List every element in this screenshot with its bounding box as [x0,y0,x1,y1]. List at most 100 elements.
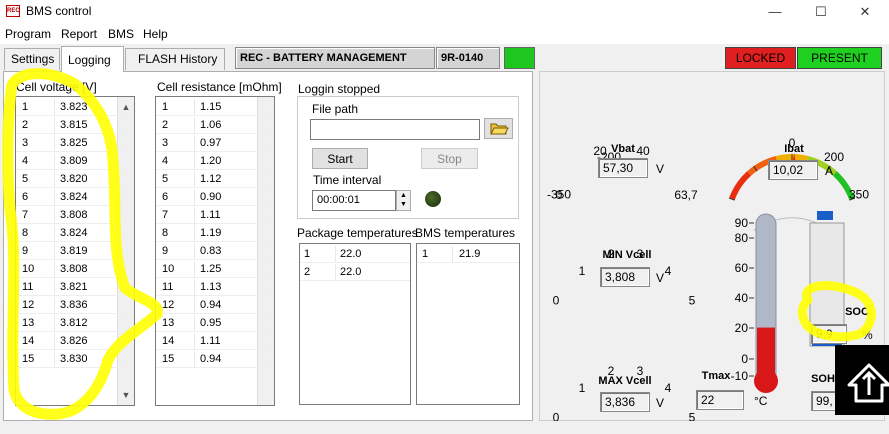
grid-line [194,333,195,349]
menu-help[interactable]: Help [143,27,168,41]
row-index: 8 [162,227,169,239]
list-row[interactable]: 2 1.06 [156,117,274,134]
list-row[interactable]: 7 3.808 [16,207,134,224]
thermometer-tick-label: 80 [735,231,749,245]
serial-box: 9R-0140 [436,47,500,69]
home-arrow-icon [847,363,889,403]
grid-line [54,315,55,331]
row-value: 21.9 [459,248,481,260]
list-row[interactable]: 5 1.12 [156,171,274,188]
thermometer-tick-label: 20 [735,321,749,335]
row-value: 1.11 [200,335,221,347]
spin-down-icon[interactable]: ▼ [397,200,410,209]
list-row[interactable]: 1 1.15 [156,99,274,116]
list-row[interactable]: 2 3.815 [16,117,134,134]
tab-flash-history[interactable]: FLASH History [125,48,225,70]
connection-indicator [504,47,535,69]
cell-resistance-list[interactable]: 1 1.15 2 1.06 3 0.97 4 1.20 5 1.12 6 0.90 7 1.11 8 1.19… [155,96,275,406]
cell-voltage-list[interactable]: ▲ ▼ 1 3.823 2 3.815 3 3.825 4 3.809 5 3.820 6 3.824 7… [15,96,135,406]
row-index: 6 [22,191,29,203]
list-row[interactable]: 4 1.20 [156,153,274,170]
grid-line [194,315,195,331]
time-interval-input[interactable]: 00:00:01 [312,190,396,211]
minimize-button[interactable]: — [760,2,790,22]
list-row[interactable]: 5 3.820 [16,171,134,188]
row-index: 5 [22,173,29,185]
start-button[interactable]: Start [312,148,368,169]
list-row[interactable]: 3 3.825 [16,135,134,152]
list-row[interactable]: 6 0.90 [156,189,274,206]
list-row[interactable]: 15 3.830 [16,351,134,368]
list-row[interactable]: 3 0.97 [156,135,274,152]
row-index: 13 [162,317,175,329]
row-value: 3.836 [60,299,88,311]
menu-report[interactable]: Report [61,27,97,41]
gauge-tick-label: 0 [553,411,560,421]
row-index: 2 [22,119,29,131]
list-row[interactable]: 9 0.83 [156,243,274,260]
grid-line [54,135,55,151]
bms-temps-list[interactable]: 1 21.9 [416,243,520,405]
list-row[interactable]: 13 3.812 [16,315,134,332]
open-folder-button[interactable] [484,118,513,139]
list-row[interactable]: 13 0.95 [156,315,274,332]
list-row[interactable]: 12 3.836 [16,297,134,314]
interval-spinner[interactable]: ▲ ▼ [396,190,411,211]
list-row[interactable]: 11 3.821 [16,279,134,296]
grid-line [194,279,195,295]
tmax-value: 22 [696,390,744,410]
list-row[interactable]: 10 1.25 [156,261,274,278]
grid-line [54,117,55,133]
row-index: 10 [22,263,35,275]
row-value: 3.808 [60,263,88,275]
list-row[interactable]: 4 3.809 [16,153,134,170]
row-value: 3.826 [60,335,88,347]
tab-settings[interactable]: Settings [4,48,60,70]
row-value: 3.815 [60,119,88,131]
list-row[interactable]: 8 3.824 [16,225,134,242]
package-temps-list[interactable]: 1 22.0 2 22.0 [299,243,411,405]
overlay-home-button[interactable] [835,345,889,415]
row-index: 1 [162,101,169,113]
tab-logging[interactable]: Logging [61,46,124,72]
row-value: 3.824 [60,227,88,239]
gauge-tick-label: -350 [547,187,571,201]
list-row[interactable]: 1 22.0 [300,246,410,263]
row-index: 3 [162,137,169,149]
soc-unit: % [862,328,873,342]
menu-program[interactable]: Program [5,27,51,41]
list-row[interactable]: 15 0.94 [156,351,274,368]
grid-line [194,153,195,169]
maximize-button[interactable]: ☐ [806,2,836,22]
file-path-input[interactable] [310,119,480,140]
list-row[interactable]: 9 3.819 [16,243,134,260]
list-row[interactable]: 10 3.808 [16,261,134,278]
row-index: 12 [22,299,35,311]
close-button[interactable]: ✕ [850,2,880,22]
grid-line [54,243,55,259]
list-row[interactable]: 1 3.823 [16,99,134,116]
grid-line [54,297,55,313]
list-row[interactable]: 14 1.11 [156,333,274,350]
list-row[interactable]: 8 1.19 [156,225,274,242]
grid-line [54,261,55,277]
list-row[interactable]: 12 0.94 [156,297,274,314]
row-index: 4 [22,155,29,167]
grid-line [54,225,55,241]
list-row[interactable]: 6 3.824 [16,189,134,206]
row-value: 22.0 [340,248,362,260]
menu-bms[interactable]: BMS [108,27,134,41]
stop-button[interactable]: Stop [421,148,478,169]
max-vcell-label: MAX Vcell [598,375,652,387]
window-title: BMS control [26,4,92,18]
grid-line [194,297,195,313]
list-row[interactable]: 11 1.13 [156,279,274,296]
list-row[interactable]: 1 21.9 [417,246,519,263]
spin-up-icon[interactable]: ▲ [397,191,410,200]
scroll-down-icon[interactable]: ▼ [118,387,134,403]
row-value: 0.95 [200,317,222,329]
list-row[interactable]: 2 22.0 [300,264,410,281]
row-value: 0.90 [200,191,222,203]
list-row[interactable]: 7 1.11 [156,207,274,224]
list-row[interactable]: 14 3.826 [16,333,134,350]
